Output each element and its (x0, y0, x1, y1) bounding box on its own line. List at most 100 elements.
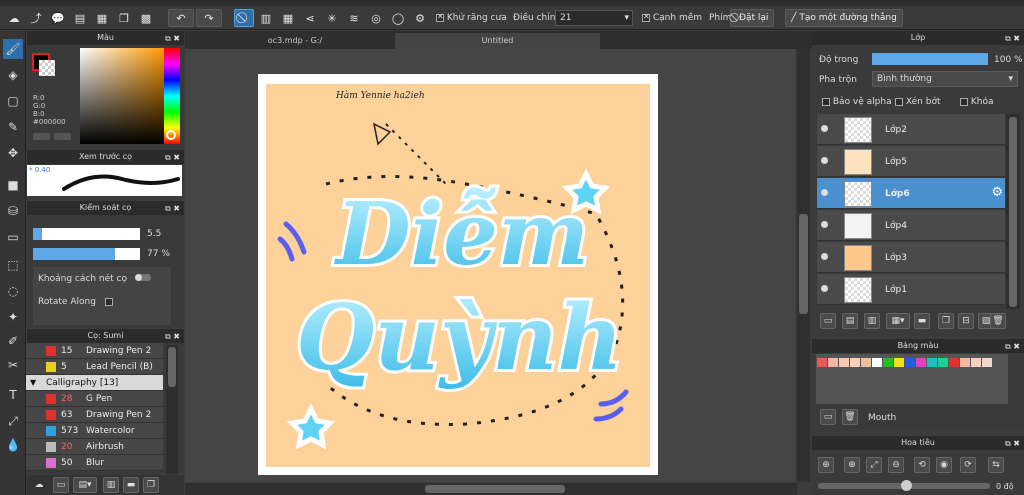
palette-swatch[interactable] (850, 358, 860, 367)
visibility-icon[interactable] (821, 253, 828, 260)
no-snap-icon[interactable]: ⃠ (234, 9, 254, 27)
select-tool-icon[interactable]: ⬚ (3, 255, 23, 275)
select-pen-tool-icon[interactable]: ✐ (3, 331, 23, 351)
rotate-along-checkbox[interactable] (105, 298, 113, 306)
antialias-option[interactable]: Khử răng cưa (436, 12, 507, 23)
background-color-swatch[interactable] (39, 60, 55, 76)
palette-swatch[interactable] (960, 358, 970, 367)
palette-add-icon[interactable]: ▭ (820, 409, 836, 425)
new-brush-icon[interactable]: ▭ (53, 477, 69, 493)
export-icon[interactable]: ⤴ (26, 9, 46, 27)
merge-layer-icon[interactable]: ⊟ (958, 313, 974, 329)
grid-icon[interactable]: ▩ (136, 9, 156, 27)
layer-row[interactable]: Lớp6 ⚙ (817, 178, 1005, 209)
eraser-tool-icon[interactable]: ◈ (3, 65, 23, 85)
lock-checkbox[interactable] (960, 97, 968, 106)
brush-size-slider[interactable] (33, 228, 140, 240)
tab-oc3[interactable]: oc3.mdp - G:/ (195, 33, 395, 49)
protect-alpha-option[interactable]: Bảo vệ alpha (822, 97, 892, 107)
curve-snap-icon[interactable]: ≋ (344, 9, 364, 27)
clipping-option[interactable]: Xén bớt (895, 97, 941, 107)
new-folder-icon[interactable]: ▬ (914, 313, 930, 329)
layers-scrollbar[interactable] (1006, 114, 1020, 309)
canvas-horizontal-scrollbar[interactable] (185, 483, 797, 495)
panel-controls-icon[interactable]: ⧉ ✖ (1005, 437, 1020, 451)
palette-swatch[interactable] (817, 358, 827, 367)
layer-opacity-value[interactable]: 100 % (994, 55, 1023, 65)
concentric-snap-icon[interactable]: ◎ (366, 9, 386, 27)
palette-swatch[interactable] (982, 358, 992, 367)
fill-rect-tool-icon[interactable]: ■ (3, 175, 23, 195)
settings-snap-icon[interactable]: ⚙ (410, 9, 430, 27)
saturation-value-picker[interactable] (80, 48, 164, 144)
flip-icon[interactable]: ⇆ (988, 457, 1004, 473)
palette-swatch[interactable] (938, 358, 948, 367)
brush-item[interactable]: 28 G Pen (26, 391, 163, 407)
canvas-vertical-scrollbar[interactable] (797, 49, 810, 482)
palette-delete-icon[interactable]: 🗑 (842, 409, 858, 425)
panel-controls-icon[interactable]: ⧉ ✖ (1005, 32, 1020, 46)
brush-duplicate-icon[interactable]: ❐ (143, 477, 159, 493)
canvas-vscroll-thumb[interactable] (799, 214, 808, 314)
expand-icon[interactable]: ▼ (30, 375, 36, 391)
adjust-select[interactable]: 21 ▾ (555, 10, 633, 26)
reset-button[interactable]: ⃠Đặt lại (730, 9, 775, 27)
palette-swatch[interactable] (971, 358, 981, 367)
color-mode-button[interactable] (33, 133, 50, 140)
add-layer-menu-icon[interactable]: ▦▾ (886, 313, 910, 329)
panel-controls-icon[interactable]: ⧉ ✖ (1005, 340, 1020, 354)
visibility-icon[interactable] (821, 221, 828, 228)
brush-item[interactable]: 15 Drawing Pen 2 (26, 343, 163, 359)
new-layer-1bit-icon[interactable]: ▥ (864, 313, 880, 329)
brush-list-scrollbar[interactable] (166, 345, 178, 474)
new-layer-icon[interactable]: ▭ (820, 313, 836, 329)
visibility-icon[interactable] (821, 189, 828, 196)
palette-swatch[interactable] (828, 358, 838, 367)
visibility-icon[interactable] (821, 125, 828, 132)
antialias-checkbox[interactable] (436, 12, 444, 22)
hue-handle[interactable] (166, 130, 176, 140)
brush-item[interactable]: 5 Lead Pencil (B) (26, 359, 163, 375)
palette-swatch[interactable] (927, 358, 937, 367)
magic-wand-tool-icon[interactable]: ✦ (3, 307, 23, 327)
add-brush-icon[interactable]: ▤▾ (73, 477, 97, 493)
layer-row[interactable]: Lớp3 (817, 242, 1005, 273)
radial-snap-icon[interactable]: ✳ (322, 9, 342, 27)
blend-mode-select[interactable]: Bình thường ▾ (872, 71, 1018, 87)
panel-controls-icon[interactable]: ⧉ ✖ (165, 32, 180, 46)
brush-item[interactable]: 20 Airbrush (26, 439, 163, 455)
soft-edge-checkbox[interactable] (642, 12, 650, 22)
panel-controls-icon[interactable]: ⧉ ✖ (165, 330, 180, 344)
document-icon[interactable]: ▤ (70, 9, 90, 27)
undo-icon[interactable]: ↶ (168, 9, 194, 27)
palette-swatch[interactable] (872, 358, 882, 367)
redo-icon[interactable]: ↷ (196, 9, 222, 27)
duplicate-layer-icon[interactable]: ❐ (938, 313, 954, 329)
brush-opacity-number[interactable]: 77 % (147, 249, 170, 259)
app-icon[interactable]: ☁ (4, 9, 24, 27)
color-swap-button[interactable] (54, 133, 71, 140)
brush-list-scroll-thumb[interactable] (168, 347, 176, 387)
tab-untitled[interactable]: Untitled (395, 33, 600, 49)
select-eraser-tool-icon[interactable]: ✂ (3, 355, 23, 375)
brush-folder-icon[interactable]: ▬ (123, 477, 139, 493)
layer-row[interactable]: Lớp1 (817, 274, 1005, 305)
layer-row[interactable]: Lớp2 (817, 114, 1005, 145)
brush-copy-icon[interactable]: ▥ (103, 477, 119, 493)
layer-row[interactable]: Lớp5 (817, 146, 1005, 177)
brush-item[interactable]: 50 Blur (26, 455, 163, 471)
straight-line-button[interactable]: ╱ Tạo một đường thẳng (785, 9, 903, 27)
soft-edge-option[interactable]: Cạnh mềm (642, 12, 702, 23)
layers-scroll-thumb[interactable] (1009, 117, 1017, 307)
brush-size-number[interactable]: 5.5 (147, 229, 161, 239)
lock-option[interactable]: Khóa (960, 97, 994, 107)
palette-swatch[interactable] (883, 358, 893, 367)
palette-swatch[interactable] (839, 358, 849, 367)
protect-alpha-checkbox[interactable] (822, 97, 830, 106)
brush-cloud-icon[interactable]: ☁ (31, 477, 47, 493)
fit-icon[interactable]: ⤢ (866, 457, 882, 473)
circle-snap-icon[interactable]: ◯ (388, 9, 408, 27)
text-tool-icon[interactable]: T (3, 385, 23, 405)
rotate-left-icon[interactable]: ⟲ (914, 457, 930, 473)
dot-line-tool-icon[interactable]: ✎ (3, 117, 23, 137)
